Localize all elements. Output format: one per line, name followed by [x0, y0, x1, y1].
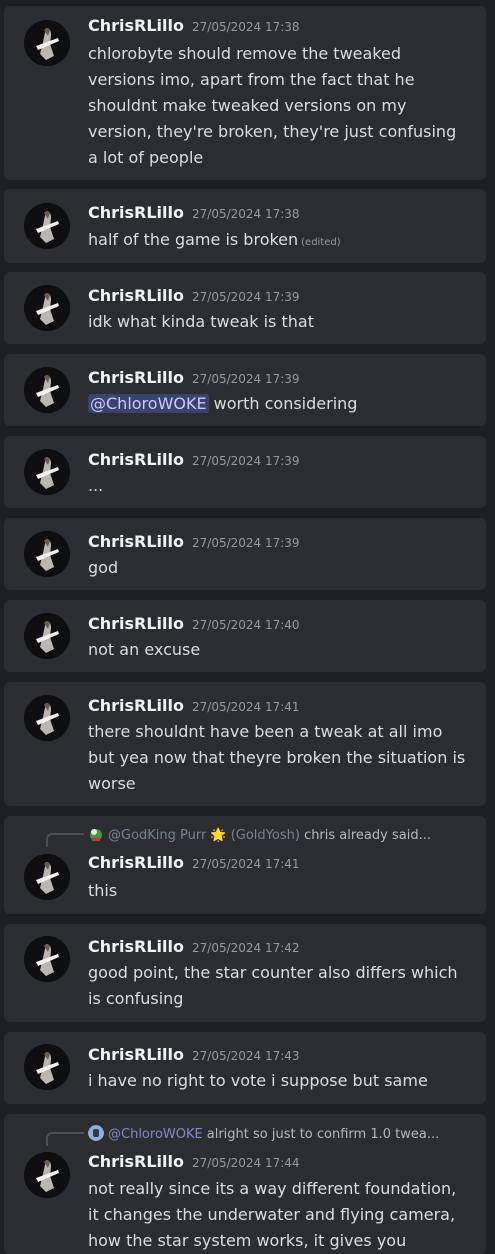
message-text: chlorobyte should remove the tweaked ver… [88, 44, 457, 167]
message: ChrisRLillo 27/05/2024 17:39 god [4, 518, 486, 590]
timestamp: 27/05/2024 17:38 [192, 207, 300, 221]
message: ChrisRLillo 27/05/2024 17:42 good point, … [4, 924, 486, 1022]
reply-author[interactable]: @ChloroWOKE [108, 1127, 203, 1142]
message-text: good point, the star counter also differ… [88, 963, 458, 1008]
user-avatar[interactable] [24, 613, 70, 659]
author-name[interactable]: ChrisRLillo [88, 853, 184, 872]
author-name[interactable]: ChrisRLillo [88, 1045, 184, 1064]
user-avatar[interactable] [24, 1044, 70, 1090]
reply-preview[interactable]: @GodKing Purr 🌟 (GoldYosh) chris already … [88, 826, 472, 844]
reply-text: alright so just to confirm 1.0 twea... [206, 1127, 440, 1142]
timestamp: 27/05/2024 17:39 [192, 454, 300, 468]
timestamp: 27/05/2024 17:39 [192, 290, 300, 304]
timestamp: 27/05/2024 17:42 [192, 941, 300, 955]
author-name[interactable]: ChrisRLillo [88, 368, 184, 387]
author-name[interactable]: ChrisRLillo [88, 696, 184, 715]
timestamp: 27/05/2024 17:39 [192, 372, 300, 386]
author-name[interactable]: ChrisRLillo [88, 286, 184, 305]
message-text: ... [88, 476, 104, 495]
message: ChrisRLillo 27/05/2024 17:43 i have no ri… [4, 1032, 486, 1104]
author-name[interactable]: ChrisRLillo [88, 203, 184, 222]
user-avatar[interactable] [24, 203, 70, 249]
timestamp: 27/05/2024 17:43 [192, 1049, 300, 1063]
message-text: there shouldnt have been a tweak at all … [88, 722, 466, 793]
message: ChrisRLillo 27/05/2024 17:38 half of the … [4, 189, 486, 263]
user-avatar[interactable] [24, 695, 70, 741]
timestamp: 27/05/2024 17:41 [192, 857, 300, 871]
author-name[interactable]: ChrisRLillo [88, 1152, 184, 1171]
user-avatar[interactable] [24, 20, 70, 66]
timestamp: 27/05/2024 17:38 [192, 20, 300, 34]
timestamp: 27/05/2024 17:40 [192, 618, 300, 632]
user-avatar[interactable] [24, 854, 70, 900]
author-name[interactable]: ChrisRLillo [88, 614, 184, 633]
timestamp: 27/05/2024 17:41 [192, 700, 300, 714]
user-avatar[interactable] [24, 1152, 70, 1198]
message: @GodKing Purr 🌟 (GoldYosh) chris already … [4, 816, 486, 914]
message-text: @ChloroWOKE worth considering [88, 391, 468, 417]
edited-label: (edited) [301, 237, 341, 248]
author-name[interactable]: ChrisRLillo [88, 450, 184, 469]
reply-alias: (GoldYosh) [230, 828, 300, 843]
reply-author[interactable]: @GodKing Purr [108, 828, 206, 843]
message-text: not an excuse [88, 640, 201, 659]
user-avatar[interactable] [24, 449, 70, 495]
message-text: i have no right to vote i suppose but sa… [88, 1071, 428, 1090]
message: ChrisRLillo 27/05/2024 17:41 there should… [4, 682, 486, 806]
reply-avatar [88, 1125, 104, 1141]
author-name[interactable]: ChrisRLillo [88, 532, 184, 551]
message: ChrisRLillo 27/05/2024 17:39 idk what kin… [4, 272, 486, 344]
reply-text: chris already said... [304, 828, 431, 843]
message: ChrisRLillo 27/05/2024 17:39 ... [4, 436, 486, 508]
message-text: this [88, 881, 118, 900]
reply-connector [46, 1132, 84, 1146]
user-avatar[interactable] [24, 936, 70, 982]
timestamp: 27/05/2024 17:39 [192, 536, 300, 550]
message-text-content: worth considering [208, 394, 358, 413]
reply-connector [46, 833, 84, 847]
star-emoji-icon: 🌟 [210, 828, 227, 843]
reply-avatar [88, 826, 104, 842]
message: ChrisRLillo 27/05/2024 17:38 chlorobyte s… [4, 6, 486, 180]
user-avatar[interactable] [24, 531, 70, 577]
message: @ChloroWOKE alright so just to confirm 1.… [4, 1114, 486, 1254]
message-text: idk what kinda tweak is that [88, 312, 314, 331]
author-name[interactable]: ChrisRLillo [88, 937, 184, 956]
author-name[interactable]: ChrisRLillo [88, 16, 184, 35]
reply-preview[interactable]: @ChloroWOKE alright so just to confirm 1.… [88, 1125, 472, 1143]
timestamp: 27/05/2024 17:44 [192, 1156, 300, 1170]
user-mention[interactable]: @ChloroWOKE [88, 394, 209, 413]
message-text-content: half of the game is broken [88, 230, 299, 249]
message-text: not really since its a way different fou… [88, 1179, 457, 1250]
message-text: half of the game is broken (edited) [88, 227, 468, 256]
user-avatar[interactable] [24, 285, 70, 331]
message-text: god [88, 558, 119, 577]
message: ChrisRLillo 27/05/2024 17:40 not an excus… [4, 600, 486, 672]
user-avatar[interactable] [24, 367, 70, 413]
message: ChrisRLillo 27/05/2024 17:39 @ChloroWOKE … [4, 354, 486, 426]
